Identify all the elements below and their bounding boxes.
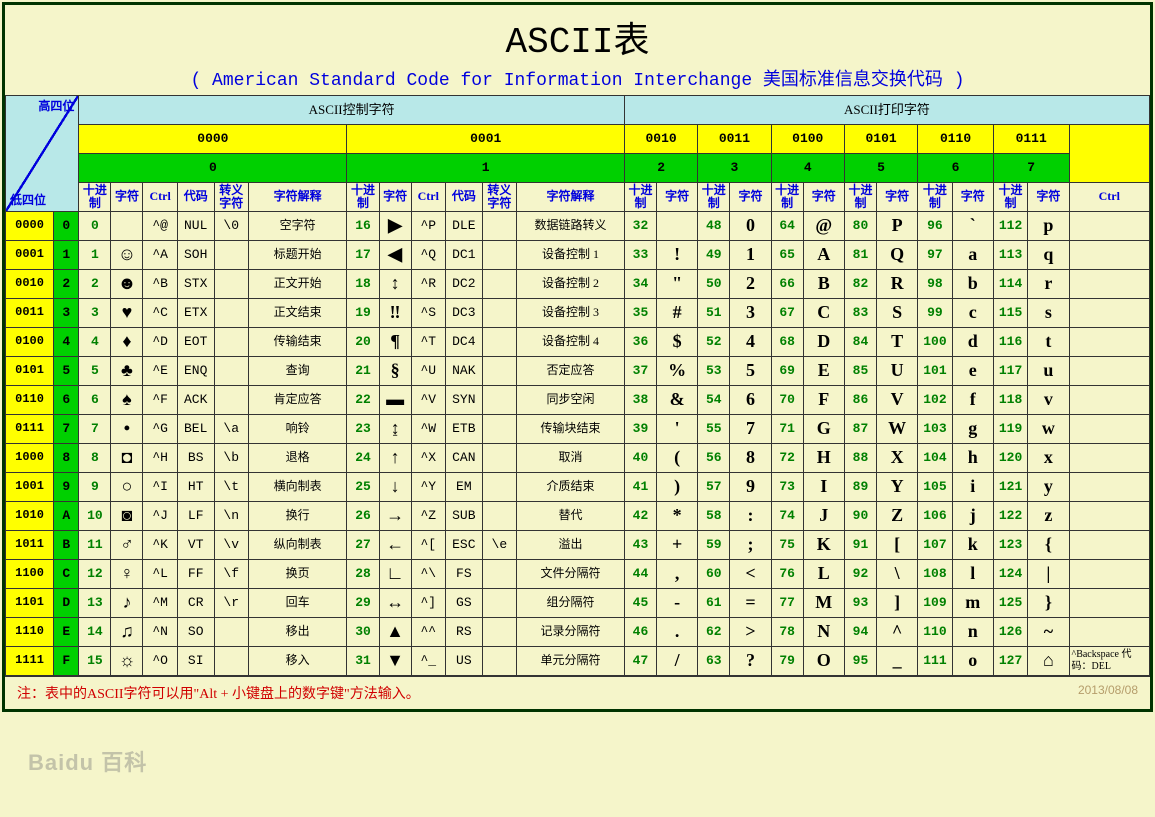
table-row: 100088◘^HBS\b退格24↑^XCAN取消40(56872H88X104… <box>6 444 1150 473</box>
table-row: 100199○^IHT\t横向制表25↓^YEM介质结束41)57973I89Y… <box>6 473 1150 502</box>
ascii-table: 高四位低四位 ASCII控制字符 ASCII打印字符00000001001000… <box>5 95 1150 676</box>
table-row: 001022☻^BSTX正文开始18↕^RDC2设备控制 234"50266B8… <box>6 270 1150 299</box>
binhi-5: 0101 <box>844 125 917 154</box>
binhi-4: 0100 <box>771 125 844 154</box>
binhi-1: 0001 <box>347 125 624 154</box>
dechi-4: 4 <box>771 154 844 183</box>
binhi-6: 0110 <box>918 125 994 154</box>
table-row: 000111☺^ASOH标题开始17◀^QDC1设备控制 133!49165A8… <box>6 241 1150 270</box>
title: ASCII表 <box>5 11 1150 63</box>
binhi-7: 0111 <box>993 125 1069 154</box>
dechi-5: 5 <box>844 154 917 183</box>
footer-date: 2013/08/08 <box>1078 683 1138 697</box>
dechi-1: 1 <box>347 154 624 183</box>
dechi-7: 7 <box>993 154 1069 183</box>
dechi-3: 3 <box>698 154 771 183</box>
dechi-2: 2 <box>624 154 697 183</box>
table-row: 1011B11♂^KVT\v纵向制表27←^[ESC\e溢出43+59;75K9… <box>6 531 1150 560</box>
section-print: ASCII打印字符 <box>624 96 1149 125</box>
table-row: 011066♠^FACK肯定应答22▬^VSYN同步空闲38&54670F86V… <box>6 386 1150 415</box>
watermark: Baidu 百科 <box>28 745 147 777</box>
table-row: 1010A10◙^JLF\n换行26→^ZSUB替代42*58:74J90Z10… <box>6 502 1150 531</box>
dechi-0: 0 <box>79 154 347 183</box>
table-row: 000000^@NUL\0空字符16▶^PDLE数据链路转义3248064@80… <box>6 212 1150 241</box>
table-row: 011177•^GBEL\a响铃23↨^WETB传输块结束39'55771G87… <box>6 415 1150 444</box>
table-row: 1100C12♀^LFF\f换页28∟^\FS文件分隔符44,60<76L92\… <box>6 560 1150 589</box>
table-row: 1101D13♪^MCR\r回车29↔^]GS组分隔符45-61=77M93]1… <box>6 589 1150 618</box>
table-row: 001133♥^CETX正文结束19‼^SDC3设备控制 335#51367C8… <box>6 299 1150 328</box>
binhi-2: 0010 <box>624 125 697 154</box>
subtitle: ( American Standard Code for Information… <box>5 65 1150 91</box>
colhead-dec: 十进制 <box>79 183 111 212</box>
section-ctrl: ASCII控制字符 <box>79 96 625 125</box>
table-row: 1111F15☼^OSI移入31▼^_US单元分隔符47/63?79O95_11… <box>6 647 1150 676</box>
table-row: 1110E14♫^NSO移出30▲^^RS记录分隔符46.62>78N94^11… <box>6 618 1150 647</box>
colhead-dec: 十进制 <box>347 183 379 212</box>
footer-note: 注：表中的ASCII字符可以用"Alt + 小键盘上的数字键"方法输入。2013… <box>5 676 1150 709</box>
diag-cell: 高四位低四位 <box>6 96 79 212</box>
binhi-0: 0000 <box>79 125 347 154</box>
table-row: 010044♦^DEOT传输结束20¶^TDC4设备控制 436$52468D8… <box>6 328 1150 357</box>
dechi-6: 6 <box>918 154 994 183</box>
table-row: 010155♣^EENQ查询21§^UNAK否定应答37%53569E85U10… <box>6 357 1150 386</box>
binhi-3: 0011 <box>698 125 771 154</box>
